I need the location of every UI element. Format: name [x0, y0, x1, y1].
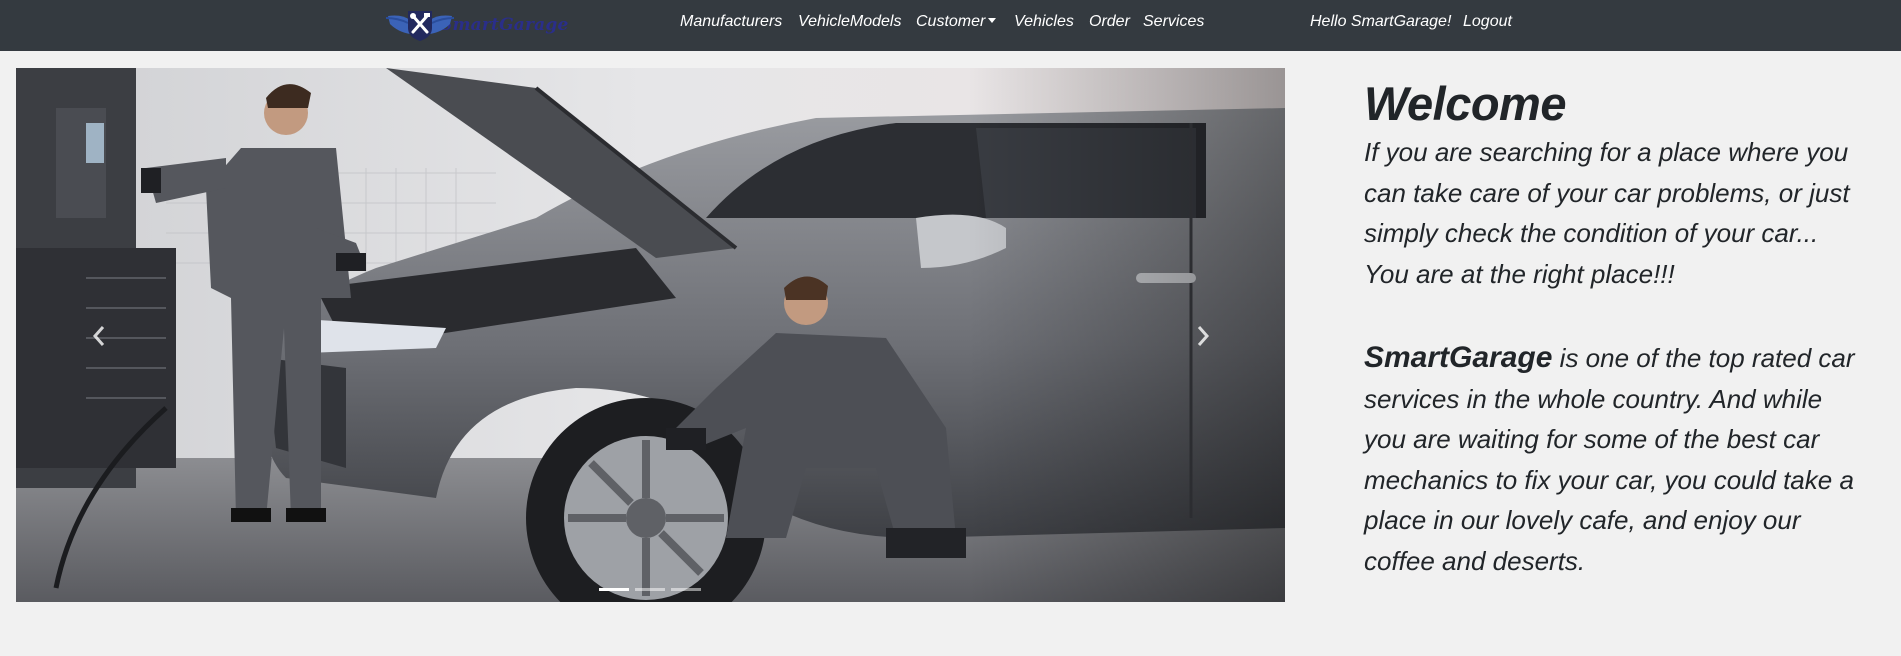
- brand-name-inline: SmartGarage: [1364, 341, 1553, 374]
- nav-customer-label: Customer: [916, 13, 986, 30]
- chevron-down-icon: [988, 18, 997, 23]
- nav-vehicle-models[interactable]: VehicleModels: [798, 12, 901, 32]
- logout-link[interactable]: Logout: [1463, 12, 1512, 32]
- welcome-paragraph-2: SmartGarage is one of the top rated car …: [1364, 338, 1864, 581]
- carousel-indicator-1[interactable]: [599, 588, 629, 591]
- nav-services[interactable]: Services: [1143, 12, 1204, 32]
- brand-link[interactable]: SmartGarage: [384, 5, 569, 45]
- garage-mechanics-image: [16, 68, 1285, 602]
- welcome-section: Welcome If you are searching for a place…: [1364, 76, 1864, 581]
- brand-name: SmartGarage: [440, 15, 569, 35]
- top-navbar: SmartGarage Manufacturers VehicleModels …: [0, 0, 1901, 51]
- carousel-indicators: [599, 588, 701, 591]
- hero-carousel: [16, 68, 1285, 602]
- nav-manufacturers[interactable]: Manufacturers: [680, 12, 782, 32]
- carousel-prev-button[interactable]: [84, 318, 114, 354]
- carousel-indicator-3[interactable]: [671, 588, 701, 591]
- welcome-paragraph-1: If you are searching for a place where y…: [1364, 137, 1850, 289]
- wrench-hammer-shield-icon: [384, 8, 456, 42]
- nav-customer-dropdown[interactable]: Customer: [916, 12, 997, 32]
- user-greeting: Hello SmartGarage!: [1310, 13, 1452, 30]
- carousel-next-button[interactable]: [1188, 318, 1218, 354]
- nav-order[interactable]: Order: [1089, 12, 1130, 32]
- carousel-indicator-2[interactable]: [635, 588, 665, 591]
- chevron-right-icon: [1197, 326, 1210, 346]
- chevron-left-icon: [92, 326, 105, 346]
- nav-vehicles[interactable]: Vehicles: [1014, 12, 1074, 32]
- welcome-paragraph-2-text: is one of the top rated car services in …: [1364, 343, 1855, 576]
- welcome-title: Welcome: [1364, 77, 1567, 130]
